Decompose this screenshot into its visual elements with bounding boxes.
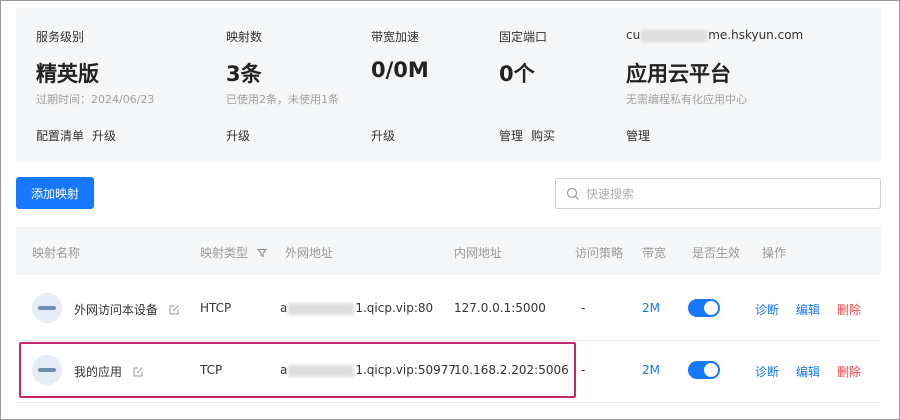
row-divider xyxy=(16,402,881,403)
access-policy: - xyxy=(581,363,586,377)
external-address-prefix: a xyxy=(280,301,288,315)
manage-cloud-link[interactable]: 管理 xyxy=(626,129,650,143)
search-box[interactable] xyxy=(555,178,881,209)
expiry-date: 过期时间：2024/06/23 xyxy=(36,93,155,106)
access-policy: - xyxy=(581,301,586,315)
config-list-link[interactable]: 配置清单 xyxy=(36,129,84,143)
mapping-name-text: 外网访问本设备 xyxy=(74,303,159,317)
mapping-usage: 已使用2条，未使用1条 xyxy=(226,93,339,106)
external-address-suffix: 1.qicp.vip:80 xyxy=(355,301,434,315)
table-row: 外网访问本设备 HTCP a 1.qicp.vip:80 127.0.0.1:50… xyxy=(16,280,881,336)
cloud-platform-desc: 无需编程私有化应用中心 xyxy=(626,93,747,106)
manage-port-link[interactable]: 管理 xyxy=(499,129,523,143)
mapping-avatar-icon xyxy=(32,293,62,323)
row-divider xyxy=(16,340,881,341)
cloud-domain-prefix: cu xyxy=(626,28,641,42)
cloud-platform-value: 应用云平台 xyxy=(626,62,731,86)
internal-address: 127.0.0.1:5000 xyxy=(454,301,546,315)
upgrade-bandwidth-link[interactable]: 升级 xyxy=(371,129,395,143)
masked-text xyxy=(641,29,708,42)
masked-text xyxy=(288,302,355,315)
add-mapping-button[interactable]: 添加映射 xyxy=(16,177,94,209)
col-header-enabled: 是否生效 xyxy=(692,246,741,260)
bandwidth-value: 0/0M xyxy=(371,58,429,82)
mapping-count-label: 映射数 xyxy=(226,30,263,44)
col-header-ops: 操作 xyxy=(762,246,787,260)
diagnose-link[interactable]: 诊断 xyxy=(755,363,779,380)
mapping-type: HTCP xyxy=(200,301,232,315)
cloud-domain-suffix: me.hskyun.com xyxy=(708,28,804,42)
filter-icon[interactable] xyxy=(256,248,267,258)
edit-link[interactable]: 编辑 xyxy=(796,363,820,380)
edit-link[interactable]: 编辑 xyxy=(796,301,820,318)
mapping-count-value: 3条 xyxy=(226,62,262,86)
delete-link[interactable]: 删除 xyxy=(837,363,861,380)
col-header-bandwidth: 带宽 xyxy=(642,246,667,260)
enabled-toggle[interactable] xyxy=(688,361,720,379)
bandwidth-value[interactable]: 2M xyxy=(642,363,660,377)
external-address: a 1.qicp.vip:80 xyxy=(280,301,433,315)
col-header-policy: 访问策略 xyxy=(575,246,624,260)
col-header-name: 映射名称 xyxy=(32,246,81,260)
col-header-internal: 内网地址 xyxy=(454,246,503,260)
fixed-port-label: 固定端口 xyxy=(499,30,548,44)
search-input[interactable] xyxy=(586,186,866,201)
account-summary-panel: 服务级别 精英版 过期时间：2024/06/23 配置清单 升级 映射数 3条 已… xyxy=(16,8,881,162)
service-level-value: 精英版 xyxy=(36,62,99,86)
col-header-external: 外网地址 xyxy=(285,246,334,260)
highlight-box xyxy=(19,342,576,398)
diagnose-link[interactable]: 诊断 xyxy=(755,301,779,318)
bandwidth-value[interactable]: 2M xyxy=(642,301,660,315)
buy-port-link[interactable]: 购买 xyxy=(531,129,555,143)
search-icon xyxy=(566,187,579,200)
col-header-type-label: 映射类型 xyxy=(200,246,249,260)
delete-link[interactable]: 删除 xyxy=(837,301,861,318)
bandwidth-label: 带宽加速 xyxy=(371,30,420,44)
fixed-port-value: 0个 xyxy=(499,62,535,86)
upgrade-service-link[interactable]: 升级 xyxy=(92,129,116,143)
col-header-type: 映射类型 xyxy=(200,244,267,261)
service-level-label: 服务级别 xyxy=(36,30,85,44)
mapping-name: 外网访问本设备 xyxy=(74,301,180,318)
table-header: 映射名称 映射类型 外网地址 内网地址 访问策略 带宽 是否生效 操作 xyxy=(16,227,881,275)
enabled-toggle[interactable] xyxy=(688,299,720,317)
edit-name-icon[interactable] xyxy=(169,304,180,315)
upgrade-mapping-link[interactable]: 升级 xyxy=(226,129,250,143)
cloud-domain: cu me.hskyun.com xyxy=(626,28,803,42)
